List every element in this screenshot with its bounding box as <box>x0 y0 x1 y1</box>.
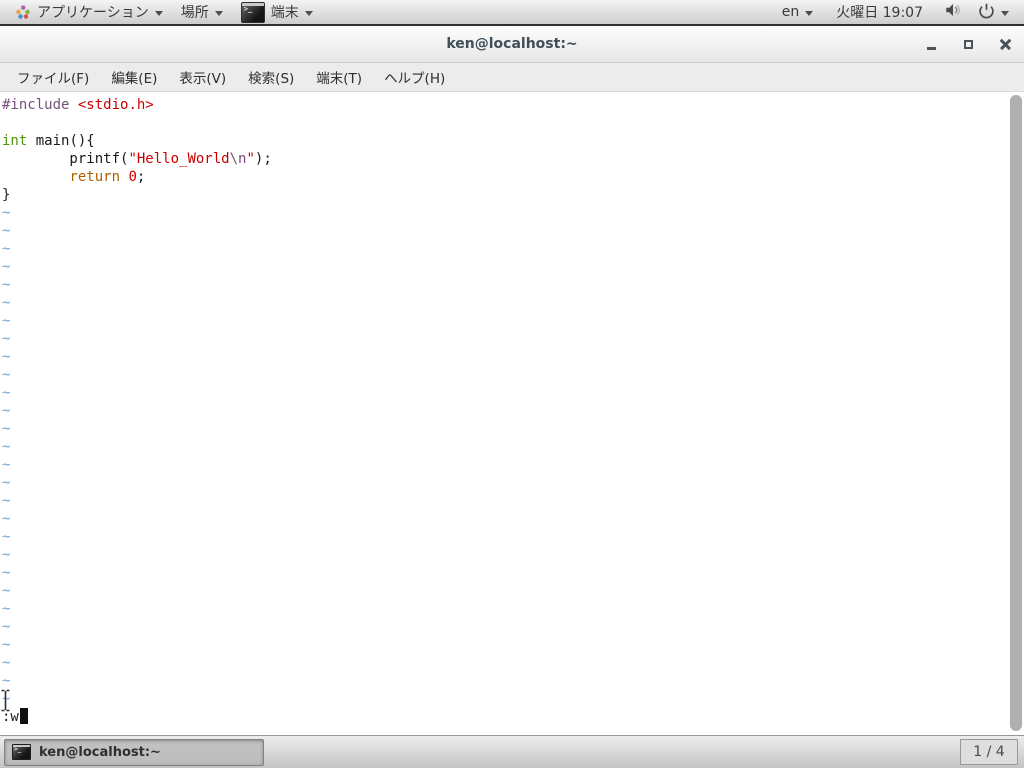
taskbar-window-button[interactable]: ken@localhost:~ <box>4 739 264 766</box>
vim-buffer: #include <stdio.h> int main(){ printf("H… <box>0 92 1024 726</box>
terminal-content[interactable]: #include <stdio.h> int main(){ printf("H… <box>0 92 1024 735</box>
vim-tilde-line: ~ <box>2 204 1024 222</box>
window-titlebar[interactable]: ken@localhost:~ <box>0 26 1024 63</box>
mouse-ibeam-cursor <box>0 689 11 716</box>
terminal-icon <box>12 744 31 760</box>
vim-tilde-line: ~ <box>2 402 1024 420</box>
menubar-item-4[interactable]: 端末(T) <box>309 64 369 90</box>
power-icon <box>978 2 995 23</box>
vim-tilde-line: ~ <box>2 690 1024 708</box>
vim-command-line: :w <box>2 708 1024 726</box>
vim-tilde-line: ~ <box>2 384 1024 402</box>
menubar-item-5[interactable]: ヘルプ(H) <box>377 64 452 90</box>
vim-tilde-line: ~ <box>2 294 1024 312</box>
applications-menu[interactable]: アプリケーション <box>6 0 172 24</box>
maximize-button[interactable] <box>962 38 975 51</box>
terminal-icon <box>241 2 265 23</box>
vim-tilde-line: ~ <box>2 420 1024 438</box>
vim-code-line: return 0; <box>2 168 1024 186</box>
vim-code-line: printf("Hello_World\n"); <box>2 150 1024 168</box>
menubar-item-1[interactable]: 編集(E) <box>104 64 164 90</box>
menubar-item-2[interactable]: 表示(V) <box>172 64 233 90</box>
vim-code-line: } <box>2 186 1024 204</box>
terminal-menubar: ファイル(F) 編集(E) 表示(V) 検索(S) 端末(T) ヘルプ(H) <box>0 63 1024 92</box>
vim-tilde-line: ~ <box>2 564 1024 582</box>
vim-tilde-line: ~ <box>2 618 1024 636</box>
terminal-menu-label: 端末 <box>271 2 299 22</box>
vim-tilde-line: ~ <box>2 636 1024 654</box>
chevron-down-icon <box>215 11 223 16</box>
scrollbar[interactable] <box>1009 94 1023 732</box>
vim-code-line <box>2 114 1024 132</box>
vim-block-cursor <box>20 708 28 724</box>
vim-tilde-line: ~ <box>2 348 1024 366</box>
vim-tilde-line: ~ <box>2 222 1024 240</box>
vim-tilde-line: ~ <box>2 456 1024 474</box>
vim-code-line: #include <stdio.h> <box>2 96 1024 114</box>
minimize-button[interactable] <box>925 38 938 51</box>
applications-menu-label: アプリケーション <box>37 2 149 22</box>
vim-tilde-line: ~ <box>2 330 1024 348</box>
vim-tilde-line: ~ <box>2 528 1024 546</box>
close-button[interactable] <box>999 38 1012 51</box>
vim-tilde-line: ~ <box>2 240 1024 258</box>
places-menu-label: 場所 <box>181 2 209 22</box>
language-indicator[interactable]: en <box>773 0 823 24</box>
menubar-item-3[interactable]: 検索(S) <box>241 64 301 90</box>
vim-tilde-line: ~ <box>2 312 1024 330</box>
vim-tilde-line: ~ <box>2 654 1024 672</box>
language-label: en <box>782 4 800 20</box>
clock[interactable]: 火曜日 19:07 <box>822 2 937 22</box>
power-menu[interactable] <box>969 0 1018 24</box>
vim-tilde-line: ~ <box>2 276 1024 294</box>
menubar-item-0[interactable]: ファイル(F) <box>10 64 96 90</box>
workspace-switcher[interactable]: 1 / 4 <box>960 739 1018 765</box>
vim-tilde-line: ~ <box>2 582 1024 600</box>
vim-tilde-line: ~ <box>2 600 1024 618</box>
volume-button[interactable] <box>937 0 969 24</box>
chevron-down-icon <box>305 11 313 16</box>
vim-tilde-line: ~ <box>2 546 1024 564</box>
taskbar-window-label: ken@localhost:~ <box>39 745 161 760</box>
taskbar: ken@localhost:~ 1 / 4 <box>0 735 1024 768</box>
vim-tilde-line: ~ <box>2 438 1024 456</box>
vim-tilde-line: ~ <box>2 492 1024 510</box>
clock-label: 火曜日 19:07 <box>836 5 923 21</box>
vim-tilde-line: ~ <box>2 474 1024 492</box>
window-title: ken@localhost:~ <box>446 36 577 52</box>
workspace-label: 1 / 4 <box>973 744 1004 760</box>
vim-code-line: int main(){ <box>2 132 1024 150</box>
terminal-app-menu[interactable]: 端末 <box>232 0 322 24</box>
speaker-icon <box>944 1 962 23</box>
chevron-down-icon <box>155 11 163 16</box>
top-panel: アプリケーション 場所 端末 en 火曜日 19:07 <box>0 0 1024 26</box>
scrollbar-thumb[interactable] <box>1010 95 1022 731</box>
chevron-down-icon <box>1001 11 1009 16</box>
vim-tilde-line: ~ <box>2 672 1024 690</box>
places-menu[interactable]: 場所 <box>172 0 232 24</box>
vim-tilde-line: ~ <box>2 510 1024 528</box>
applications-icon <box>15 4 31 20</box>
chevron-down-icon <box>805 11 813 16</box>
vim-tilde-line: ~ <box>2 366 1024 384</box>
vim-tilde-line: ~ <box>2 258 1024 276</box>
